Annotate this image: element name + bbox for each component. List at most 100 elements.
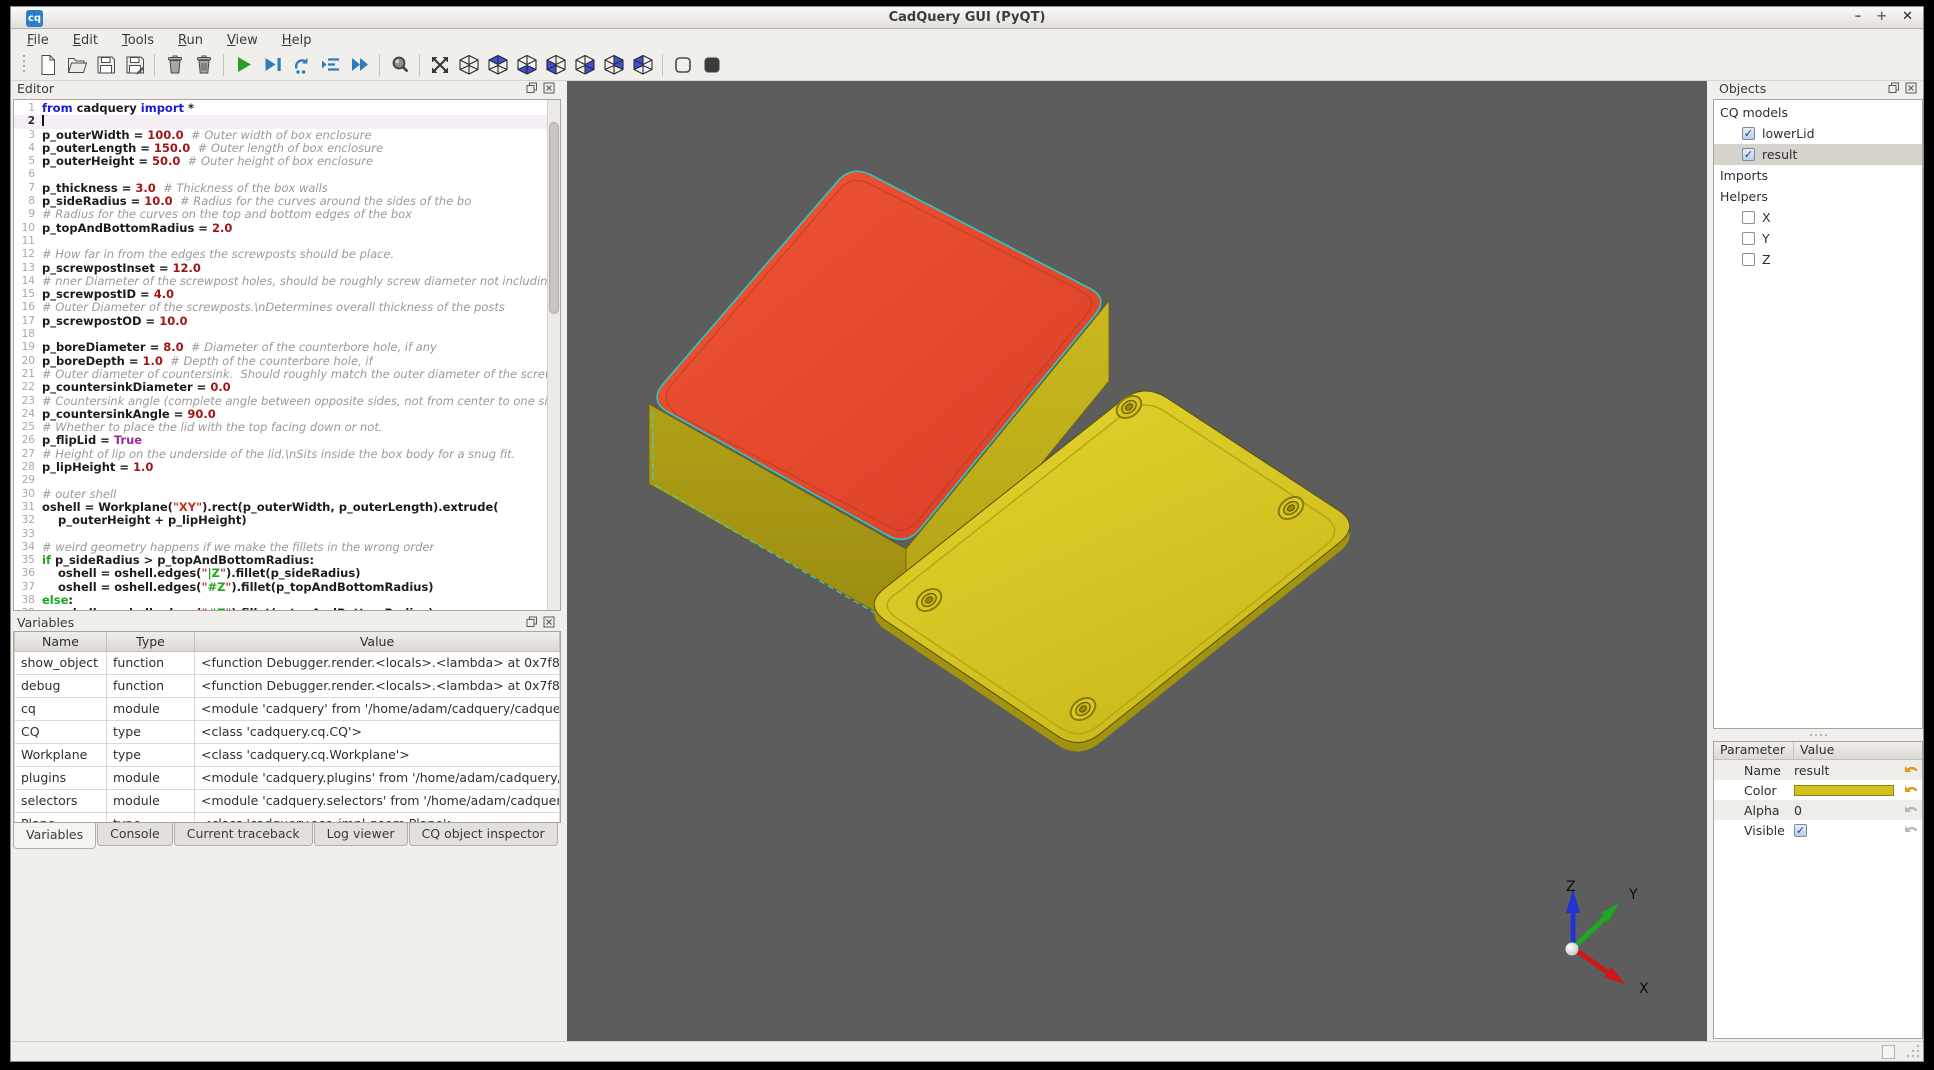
editor-line[interactable]: 33: [14, 528, 547, 541]
shaded-mode-button[interactable]: [699, 53, 724, 78]
minimize-button[interactable]: –: [1855, 9, 1862, 24]
undo-button[interactable]: [1900, 824, 1922, 837]
view-front-button[interactable]: [572, 53, 597, 78]
tab-cq-object-inspector[interactable]: CQ object inspector: [409, 823, 558, 846]
objects-group-cq-models[interactable]: CQ models: [1714, 102, 1922, 123]
undo-button[interactable]: [1900, 804, 1922, 817]
variables-column-header[interactable]: Value: [195, 632, 560, 651]
color-swatch[interactable]: [1794, 785, 1894, 796]
delete-object-button[interactable]: [162, 53, 187, 78]
editor-line[interactable]: 5p_outerHeight = 50.0 # Outer height of …: [14, 155, 547, 168]
variables-column-header[interactable]: Type: [107, 632, 195, 651]
panel-splitter[interactable]: [1711, 731, 1925, 739]
editor-scrollbar[interactable]: [547, 100, 560, 610]
object-item-y[interactable]: Y: [1714, 228, 1922, 249]
step-in-button[interactable]: [318, 53, 343, 78]
parameter-value[interactable]: [1794, 785, 1900, 796]
undo-button[interactable]: [1900, 784, 1922, 797]
editor-line[interactable]: 27# Height of lip on the underside of th…: [14, 448, 547, 461]
editor-line[interactable]: 8p_sideRadius = 10.0 # Radius for the cu…: [14, 195, 547, 208]
object-item-z[interactable]: Z: [1714, 249, 1922, 270]
object-item-x[interactable]: X: [1714, 207, 1922, 228]
editor-line[interactable]: 1from cadquery import *: [14, 102, 547, 115]
view-bottom-button[interactable]: [514, 53, 539, 78]
editor-line[interactable]: 38else:: [14, 594, 547, 607]
editor-line[interactable]: 39 oshell = oshell.edges("#Z").fillet(p_…: [14, 607, 547, 611]
menu-help[interactable]: Help: [272, 32, 322, 49]
step-button[interactable]: [289, 53, 314, 78]
toolbar-drag-handle[interactable]: [23, 55, 27, 75]
editor-line[interactable]: 34# weird geometry happens if we make th…: [14, 541, 547, 554]
fit-view-button[interactable]: [427, 53, 452, 78]
editor-line[interactable]: 24p_countersinkAngle = 90.0: [14, 408, 547, 421]
table-row[interactable]: pluginsmodule<module 'cadquery.plugins' …: [15, 766, 560, 789]
object-item-lowerlid[interactable]: lowerLid: [1714, 123, 1922, 144]
save-button[interactable]: [93, 53, 118, 78]
editor-line[interactable]: 36 oshell = oshell.edges("|Z").fillet(p_…: [14, 567, 547, 580]
editor-line[interactable]: 21# Outer diameter of countersink. Shoul…: [14, 368, 547, 381]
objects-group-helpers[interactable]: Helpers: [1714, 186, 1922, 207]
editor-line[interactable]: 11: [14, 235, 547, 248]
table-row[interactable]: show_objectfunction<function Debugger.re…: [15, 651, 560, 674]
editor-line[interactable]: 18: [14, 328, 547, 341]
tab-variables[interactable]: Variables: [13, 823, 96, 849]
editor-line[interactable]: 14# nner Diameter of the screwpost holes…: [14, 275, 547, 288]
variables-float-button[interactable]: [526, 616, 538, 631]
editor-line[interactable]: 35if p_sideRadius > p_topAndBottomRadius…: [14, 554, 547, 567]
continue-button[interactable]: [347, 53, 372, 78]
view-iso-button[interactable]: [456, 53, 481, 78]
resize-grip[interactable]: [1906, 1044, 1920, 1058]
parameter-value[interactable]: [1794, 824, 1900, 837]
tab-log-viewer[interactable]: Log viewer: [314, 823, 408, 846]
objects-float-button[interactable]: [1888, 82, 1900, 97]
parameter-value[interactable]: result: [1794, 763, 1900, 778]
editor-line[interactable]: 12# How far in from the edges the screwp…: [14, 248, 547, 261]
tab-current-traceback[interactable]: Current traceback: [174, 823, 313, 846]
editor-line[interactable]: 9# Radius for the curves on the top and …: [14, 208, 547, 221]
editor-line[interactable]: 2: [14, 115, 547, 128]
visible-checkbox[interactable]: [1794, 824, 1807, 837]
close-button[interactable]: ✕: [1902, 9, 1913, 24]
editor-line[interactable]: 20p_boreDepth = 1.0 # Depth of the count…: [14, 355, 547, 368]
save-as-button[interactable]: [122, 53, 147, 78]
editor-scrollbar-thumb[interactable]: [549, 122, 559, 314]
maximize-button[interactable]: +: [1876, 9, 1887, 24]
inspect-button[interactable]: [387, 53, 412, 78]
editor-line[interactable]: 30# outer shell: [14, 488, 547, 501]
table-row[interactable]: cqmodule<module 'cadquery' from '/home/a…: [15, 697, 560, 720]
editor-line[interactable]: 26p_flipLid = True: [14, 434, 547, 447]
editor-line[interactable]: 23# Countersink angle (complete angle be…: [14, 395, 547, 408]
view-back-button[interactable]: [630, 53, 655, 78]
variables-column-header[interactable]: Name: [15, 632, 107, 651]
menu-run[interactable]: Run: [168, 32, 213, 49]
visibility-checkbox[interactable]: [1742, 127, 1755, 140]
view-right-button[interactable]: [601, 53, 626, 78]
code-editor[interactable]: 1from cadquery import *23p_outerWidth = …: [13, 99, 561, 611]
editor-line[interactable]: 3p_outerWidth = 100.0 # Outer width of b…: [14, 129, 547, 142]
table-row[interactable]: Planetype<class 'cadquery.occ_impl.geom.…: [15, 812, 560, 823]
editor-line[interactable]: 4p_outerLength = 150.0 # Outer length of…: [14, 142, 547, 155]
editor-line[interactable]: 19p_boreDiameter = 8.0 # Diameter of the…: [14, 341, 547, 354]
editor-line[interactable]: 13p_screwpostInset = 12.0: [14, 262, 547, 275]
open-file-button[interactable]: [64, 53, 89, 78]
debug-button[interactable]: [260, 53, 285, 78]
visibility-checkbox[interactable]: [1742, 232, 1755, 245]
editor-line[interactable]: 31oshell = Workplane("XY").rect(p_outerW…: [14, 501, 547, 514]
view-top-button[interactable]: [485, 53, 510, 78]
view-left-button[interactable]: [543, 53, 568, 78]
undo-button[interactable]: [1900, 764, 1922, 777]
editor-line[interactable]: 32 p_outerHeight + p_lipHeight): [14, 514, 547, 527]
menu-tools[interactable]: Tools: [112, 32, 164, 49]
visibility-checkbox[interactable]: [1742, 211, 1755, 224]
new-file-button[interactable]: [35, 53, 60, 78]
editor-line[interactable]: 10p_topAndBottomRadius = 2.0: [14, 222, 547, 235]
table-row[interactable]: CQtype<class 'cadquery.cq.CQ'>: [15, 720, 560, 743]
editor-line[interactable]: 29: [14, 474, 547, 487]
editor-line[interactable]: 17p_screwpostOD = 10.0: [14, 315, 547, 328]
table-row[interactable]: selectorsmodule<module 'cadquery.selecto…: [15, 789, 560, 812]
table-row[interactable]: debugfunction<function Debugger.render.<…: [15, 674, 560, 697]
editor-line[interactable]: 22p_countersinkDiameter = 0.0: [14, 381, 547, 394]
object-item-result[interactable]: result: [1714, 144, 1922, 165]
visibility-checkbox[interactable]: [1742, 253, 1755, 266]
menu-file[interactable]: File: [17, 32, 59, 49]
